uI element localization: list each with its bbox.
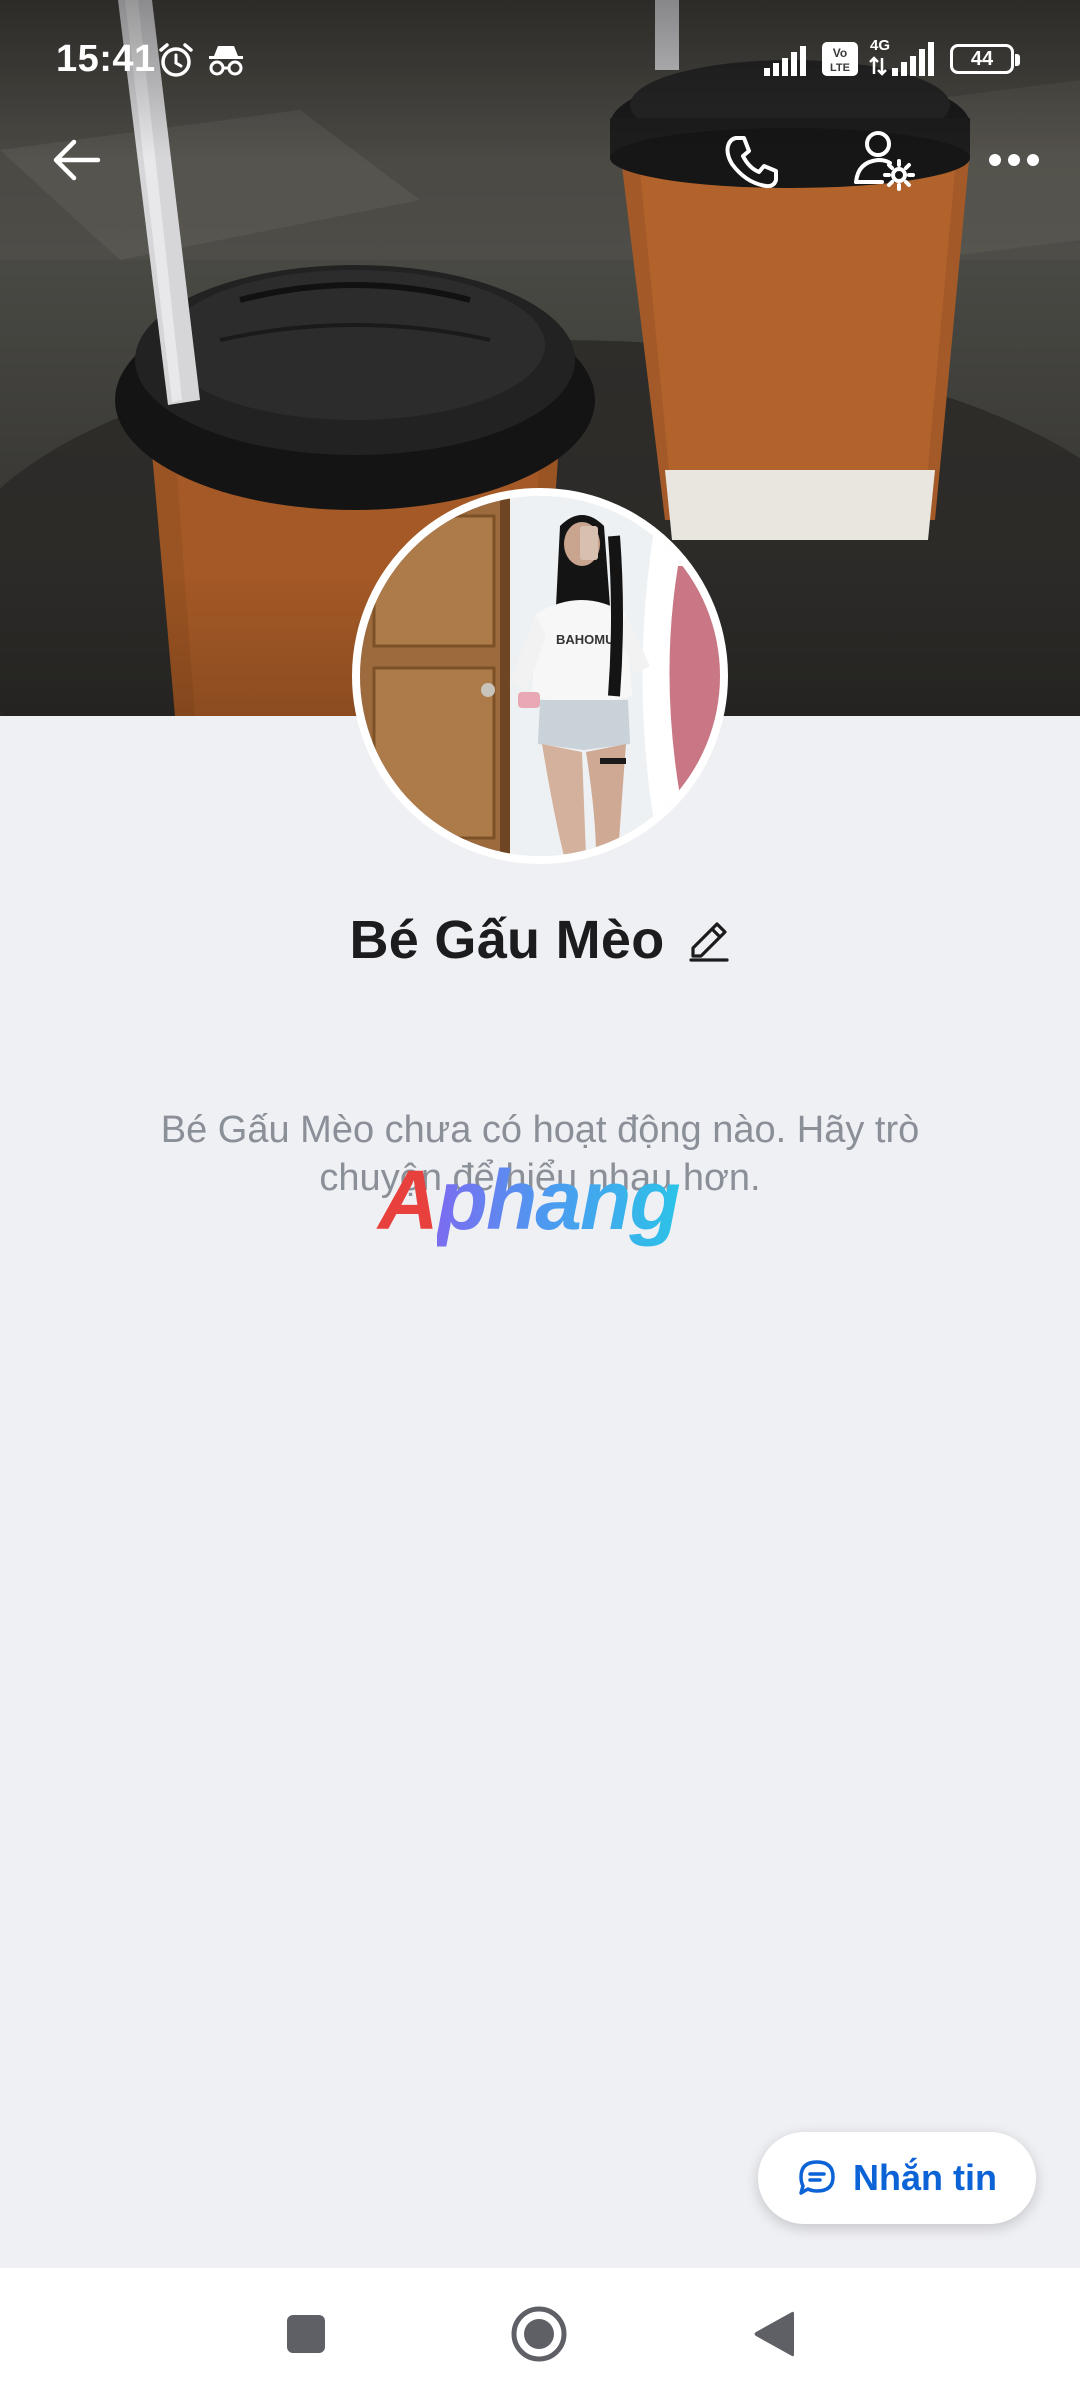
profile-name-row: Bé Gấu Mèo: [0, 900, 1080, 980]
status-time: 15:41: [56, 38, 156, 80]
message-button-label: Nhắn tin: [853, 2157, 997, 2198]
recent-apps-button[interactable]: [268, 2296, 344, 2372]
battery-icon: 44: [950, 44, 1020, 74]
empty-activity-message: Bé Gấu Mèo chưa có hoạt động nào. Hãy tr…: [160, 1109, 920, 1199]
svg-text:BAHOMU: BAHOMU: [556, 632, 615, 647]
back-icon: [754, 2311, 794, 2357]
volte-icon: Vo LTE: [822, 42, 858, 81]
svg-text:LTE: LTE: [830, 62, 850, 74]
chat-bubble-icon: [799, 2160, 835, 2195]
back-button[interactable]: [40, 124, 112, 196]
back-arrow-icon: [53, 139, 101, 181]
alarm-icon: [156, 40, 196, 85]
avatar[interactable]: BAHOMU: [352, 488, 728, 864]
more-options-icon: [989, 154, 1039, 166]
home-icon: [511, 2306, 567, 2362]
user-settings-icon: [854, 131, 915, 191]
signal-icon: [764, 44, 810, 81]
phone-icon: [725, 136, 778, 189]
avatar-photo: BAHOMU: [360, 496, 720, 856]
signal-4g-icon: 4G: [868, 36, 938, 83]
recent-apps-icon: [287, 2315, 325, 2353]
profile-name: Bé Gấu Mèo: [349, 910, 665, 970]
status-bar: 15:41 Vo LTE 4G 44: [0, 0, 1080, 120]
incognito-icon: [206, 42, 246, 83]
message-button[interactable]: Nhắn tin: [758, 2132, 1036, 2224]
system-back-button[interactable]: [736, 2296, 812, 2372]
home-button[interactable]: [501, 2296, 577, 2372]
profile-settings-button[interactable]: [842, 120, 926, 200]
svg-text:4G: 4G: [870, 37, 890, 54]
navigation-bar: [0, 2268, 1080, 2400]
more-options-button[interactable]: [978, 124, 1050, 196]
pencil-icon[interactable]: [687, 918, 731, 962]
call-button[interactable]: [712, 124, 792, 200]
svg-text:Vo: Vo: [833, 46, 847, 60]
